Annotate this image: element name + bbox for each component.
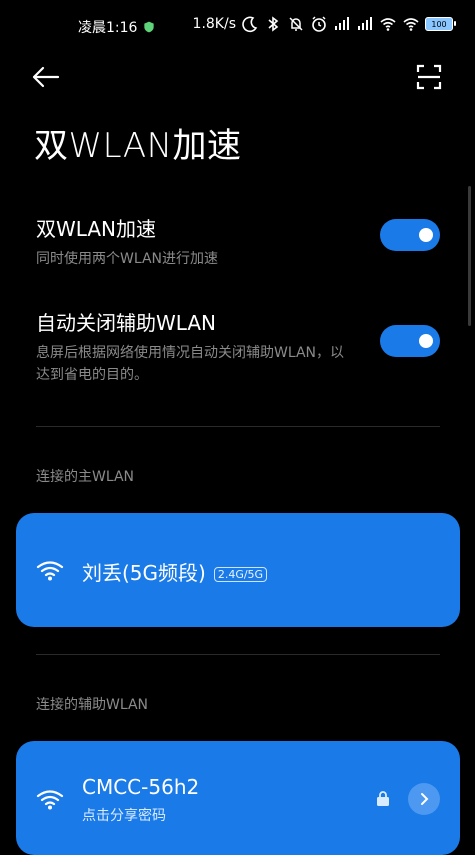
primary-wlan-name: 刘丢(5G频段)	[82, 561, 206, 585]
network-speed: 1.8K/s	[192, 16, 236, 32]
toggle-knob	[419, 334, 433, 348]
bell-off-icon	[289, 17, 303, 31]
secondary-wlan-card[interactable]: CMCC-56h2 点击分享密码	[16, 741, 460, 855]
shield-icon	[144, 21, 155, 33]
divider	[36, 426, 440, 427]
primary-wlan-card[interactable]: 刘丢(5G频段) 2.4G/5G	[16, 513, 460, 627]
primary-wlan-name-row: 刘丢(5G频段) 2.4G/5G	[82, 557, 268, 586]
share-password-hint[interactable]: 点击分享密码	[82, 805, 166, 825]
bluetooth-icon	[268, 16, 279, 32]
network-details-button[interactable]	[408, 783, 440, 815]
secondary-wlan-label: 连接的辅助WLAN	[36, 697, 149, 713]
scrollbar[interactable]	[468, 186, 471, 326]
lock-icon	[377, 791, 389, 806]
setting-subtitle: 同时使用两个WLAN进行加速	[36, 251, 219, 267]
back-arrow-icon[interactable]	[30, 60, 64, 94]
status-right: 1.8K/s 100	[192, 15, 456, 33]
page-title: 双WLAN加速	[34, 126, 242, 166]
secondary-wlan-name: CMCC-56h2	[82, 775, 200, 799]
scan-qr-icon[interactable]	[412, 60, 446, 94]
status-time: 凌晨1:16	[78, 20, 138, 36]
status-bar: 凌晨1:16 1.8K/s 100	[0, 0, 475, 52]
status-left: 凌晨1:16	[78, 17, 155, 37]
wifi-status-icon	[380, 18, 396, 31]
chevron-right-icon	[421, 793, 429, 805]
band-badge: 2.4G/5G	[213, 567, 268, 582]
battery-icon: 100	[425, 17, 456, 31]
primary-wlan-label: 连接的主WLAN	[36, 469, 135, 485]
divider	[36, 654, 440, 655]
alarm-icon	[312, 16, 326, 32]
signal-hd-2-icon	[358, 17, 372, 30]
toggle-knob	[419, 228, 433, 242]
wifi-status-2-icon	[403, 18, 419, 31]
dual-wlan-toggle[interactable]	[380, 219, 440, 251]
auto-close-toggle[interactable]	[380, 325, 440, 357]
wifi-icon	[36, 790, 64, 810]
wifi-icon	[36, 561, 64, 581]
setting-subtitle: 息屏后根据网络使用情况自动关闭辅助WLAN，以达到省电的目的。	[36, 345, 345, 383]
moon-icon	[242, 16, 258, 33]
signal-hd-1-icon	[335, 17, 349, 30]
